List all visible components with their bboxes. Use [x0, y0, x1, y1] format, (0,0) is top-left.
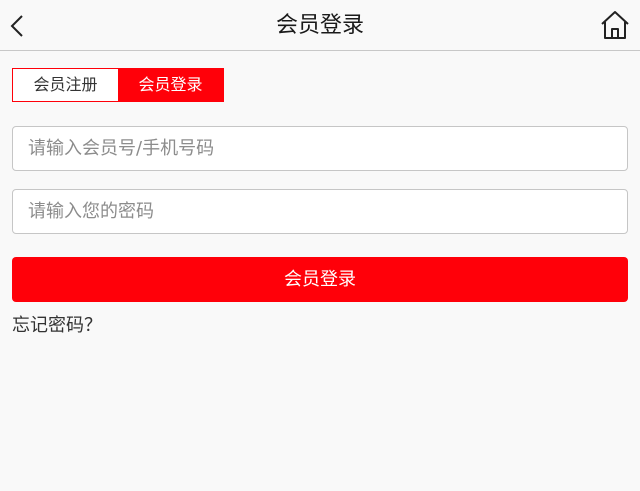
password-input[interactable]	[12, 189, 628, 234]
account-input[interactable]	[12, 126, 628, 171]
page-title: 会员登录	[275, 13, 364, 38]
back-button[interactable]	[4, 5, 34, 45]
tab-register[interactable]: 会员注册	[13, 69, 118, 101]
tab-login[interactable]: 会员登录	[118, 69, 223, 101]
login-button[interactable]: 会员登录	[12, 257, 628, 302]
top-nav-bar: 会员登录	[0, 0, 640, 51]
home-button[interactable]	[600, 9, 630, 41]
auth-tabs: 会员注册 会员登录	[12, 68, 224, 102]
chevron-left-icon	[10, 15, 23, 37]
home-icon	[601, 11, 629, 39]
forgot-password-link[interactable]: 忘记密码？	[12, 312, 102, 340]
